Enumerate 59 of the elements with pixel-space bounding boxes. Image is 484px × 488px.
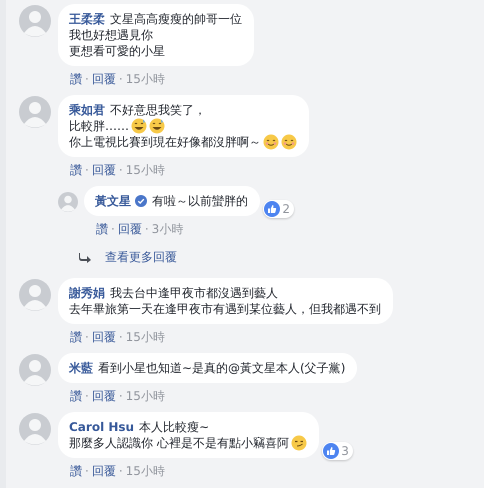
- like-link[interactable]: 讚: [70, 72, 82, 86]
- comment-text: 看到小星也知道~是真的@黃文星本人(父子黨): [98, 360, 346, 376]
- comment-text: 比較胖……: [69, 118, 129, 134]
- avatar-icon[interactable]: [19, 354, 51, 386]
- separator-dot: ·: [85, 464, 89, 478]
- reaction-count-text: 2: [282, 202, 290, 216]
- comment-text: 我去台中逢甲夜市都沒遇到藝人: [110, 285, 278, 301]
- like-link[interactable]: 讚: [70, 389, 82, 403]
- avatar-icon[interactable]: [19, 5, 51, 37]
- view-more-replies-link[interactable]: 查看更多回覆: [105, 249, 177, 266]
- comment-text: 本人比較瘦~: [139, 419, 210, 435]
- comment-text: 去年畢旅第一天在逢甲夜市有遇到某位藝人，但我都遇不到: [69, 301, 381, 317]
- comment-text: 不好意思我笑了，: [110, 102, 206, 118]
- author-name[interactable]: 黃文星: [95, 193, 131, 209]
- author-name[interactable]: 謝秀娟: [69, 285, 105, 301]
- author-name[interactable]: Carol Hsu: [69, 419, 134, 435]
- like-link[interactable]: 讚: [70, 330, 82, 344]
- separator-dot: ·: [118, 330, 123, 344]
- reply-link[interactable]: 回覆: [118, 222, 142, 236]
- avatar-icon[interactable]: [58, 192, 78, 212]
- author-name[interactable]: 王柔柔: [69, 11, 105, 27]
- reply-arrow-icon: [79, 252, 91, 262]
- separator-dot: ·: [85, 389, 89, 403]
- comment-text: 更想看可愛的小星: [69, 43, 165, 59]
- reply-link[interactable]: 回覆: [92, 389, 116, 403]
- comment-text: 你上電視比賽到現在好像都沒胖啊～: [69, 134, 261, 150]
- avatar-icon[interactable]: [19, 96, 51, 128]
- separator-dot: ·: [118, 389, 123, 403]
- separator-dot: ·: [118, 72, 123, 86]
- avatar-icon[interactable]: [19, 279, 51, 311]
- reply-link[interactable]: 回覆: [92, 330, 116, 344]
- comment-text: 文星高高瘦瘦的帥哥一位: [110, 11, 242, 27]
- avatar-icon[interactable]: [19, 413, 51, 445]
- separator-dot: ·: [118, 464, 123, 478]
- like-link[interactable]: 讚: [70, 464, 82, 478]
- reply-link[interactable]: 回覆: [92, 163, 116, 177]
- like-link[interactable]: 讚: [96, 222, 108, 236]
- separator-dot: ·: [85, 72, 89, 86]
- reply-link[interactable]: 回覆: [92, 72, 116, 86]
- separator-dot: ·: [111, 222, 115, 236]
- smiling-emoji-icon: [281, 134, 297, 150]
- comment-text: 那麼多人認識你 心裡是不是有點小竊喜阿: [69, 435, 289, 451]
- smirking-emoji-icon: [290, 435, 307, 451]
- comment-text: 有啦～以前蠻胖的: [152, 193, 248, 209]
- author-name[interactable]: 米藍: [69, 360, 93, 376]
- grinning-sweat-emoji-icon: [149, 118, 165, 134]
- reaction-count-text: 3: [341, 444, 349, 458]
- thumbs-up-icon: [264, 201, 280, 217]
- author-name[interactable]: 乘如君: [69, 102, 105, 118]
- reply-link[interactable]: 回覆: [92, 464, 116, 478]
- smiling-emoji-icon: [263, 134, 279, 150]
- comment-text: 我也好想遇見你: [69, 27, 153, 43]
- thumbs-up-icon: [323, 443, 340, 459]
- separator-dot: ·: [85, 163, 89, 177]
- separator-dot: ·: [144, 222, 149, 236]
- grinning-sweat-emoji-icon: [131, 118, 147, 134]
- separator-dot: ·: [118, 163, 123, 177]
- separator-dot: ·: [85, 330, 89, 344]
- like-link[interactable]: 讚: [70, 163, 82, 177]
